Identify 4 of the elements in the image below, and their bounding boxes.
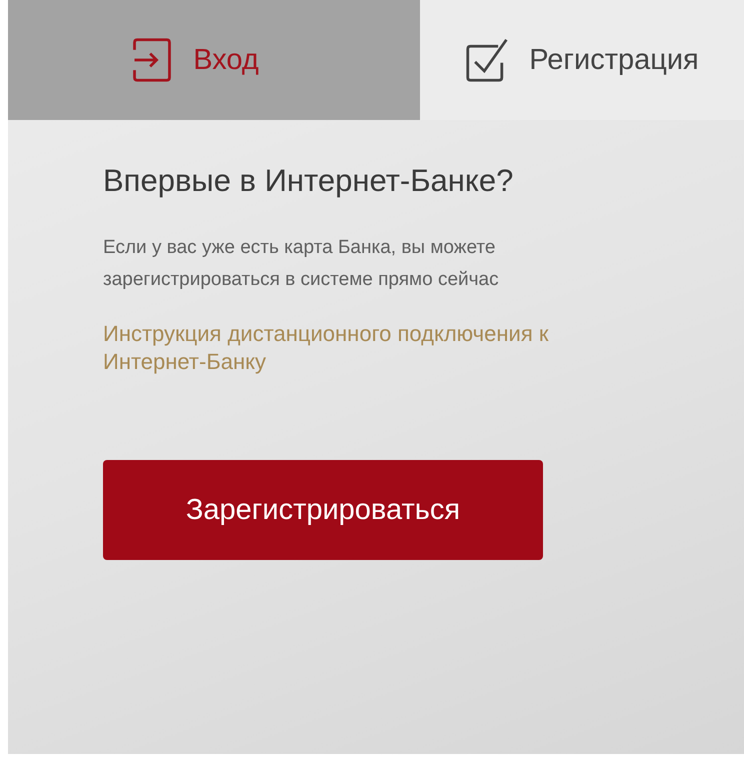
heading: Впервые в Интернет-Банке? <box>103 162 514 200</box>
tab[interactable]: Регистрация <box>420 0 744 120</box>
register-button[interactable]: Зарегистрироваться <box>103 460 543 560</box>
description-text: Если у вас уже есть карта Банка, вы можете зарегистрироваться в системе прямо сейчас <box>103 236 500 292</box>
